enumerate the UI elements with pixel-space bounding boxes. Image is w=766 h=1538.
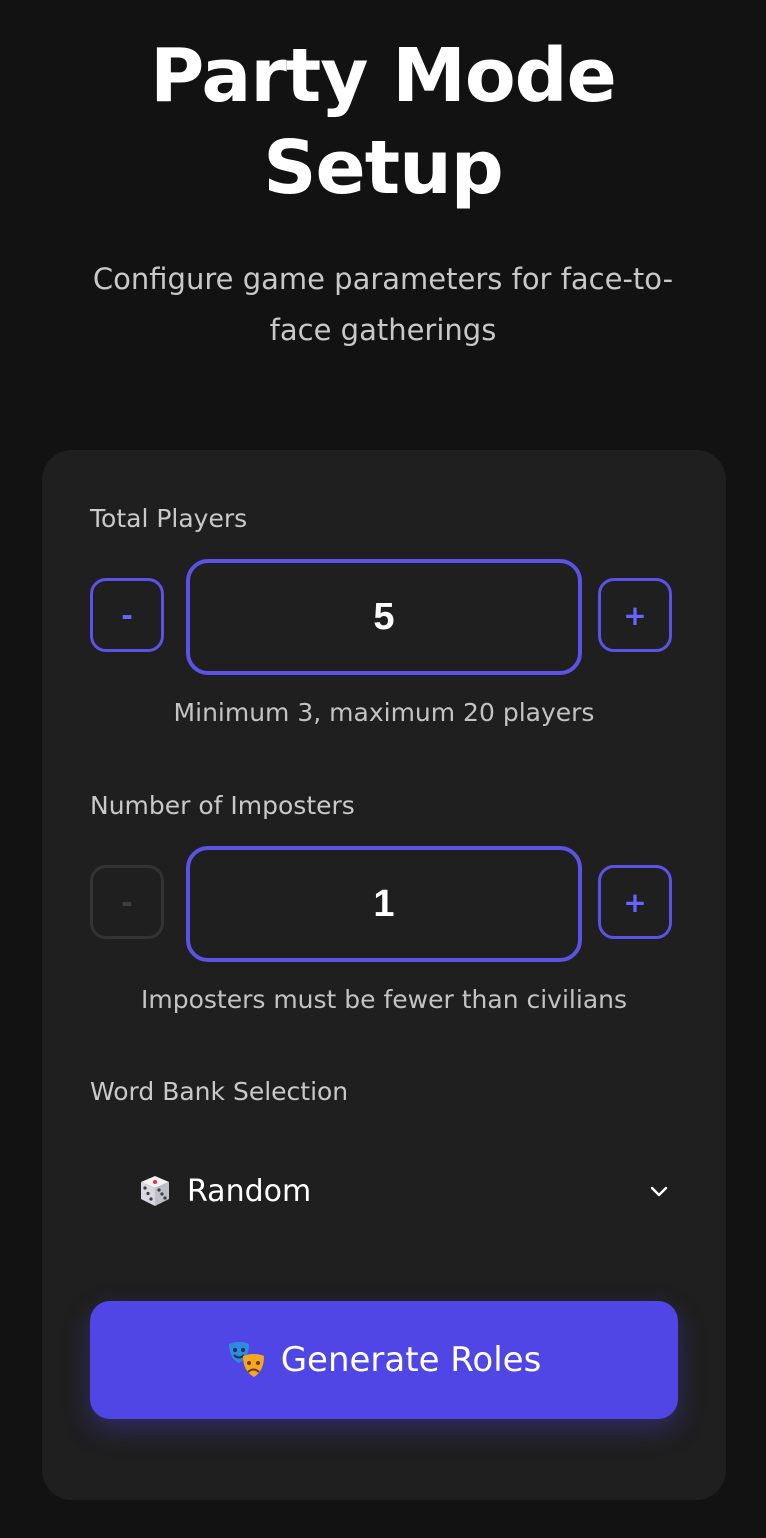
chevron-down-icon [650,1186,668,1197]
page-title-line2: Setup [263,125,504,211]
page-title-line1: Party Mode [150,33,617,119]
imposters-count-input[interactable] [186,846,582,962]
page-subtitle-line2: face gatherings [269,313,497,347]
imposters-increment-button[interactable]: + [598,865,672,939]
players-increment-button[interactable]: + [598,578,672,652]
total-players-label: Total Players [90,504,248,533]
players-count-input[interactable] [186,559,582,675]
setup-card: Total Players - + Minimum 3, maximum 20 … [42,450,726,1500]
players-decrement-button[interactable]: - [90,578,164,652]
imposters-decrement-button[interactable]: - [90,865,164,939]
theater-masks-icon [228,1342,264,1377]
players-hint: Minimum 3, maximum 20 players [173,698,595,727]
word-bank-select[interactable]: Random [90,1130,678,1254]
page-subtitle: Configure game parameters for face-to- f… [40,254,726,356]
generate-roles-button[interactable]: Generate Roles [90,1301,678,1419]
page-subtitle-line1: Configure game parameters for face-to- [92,262,674,296]
word-bank-label: Word Bank Selection [90,1077,349,1106]
party-mode-setup-page: Party Mode Setup Configure game paramete… [0,0,766,1538]
imposters-label: Number of Imposters [90,791,355,820]
page-title: Party Mode Setup [0,30,766,214]
generate-roles-label: Generate Roles [280,1340,542,1380]
dice-icon [141,1176,169,1206]
word-bank-selected-value: Random [187,1174,312,1209]
imposters-hint: Imposters must be fewer than civilians [140,985,628,1014]
